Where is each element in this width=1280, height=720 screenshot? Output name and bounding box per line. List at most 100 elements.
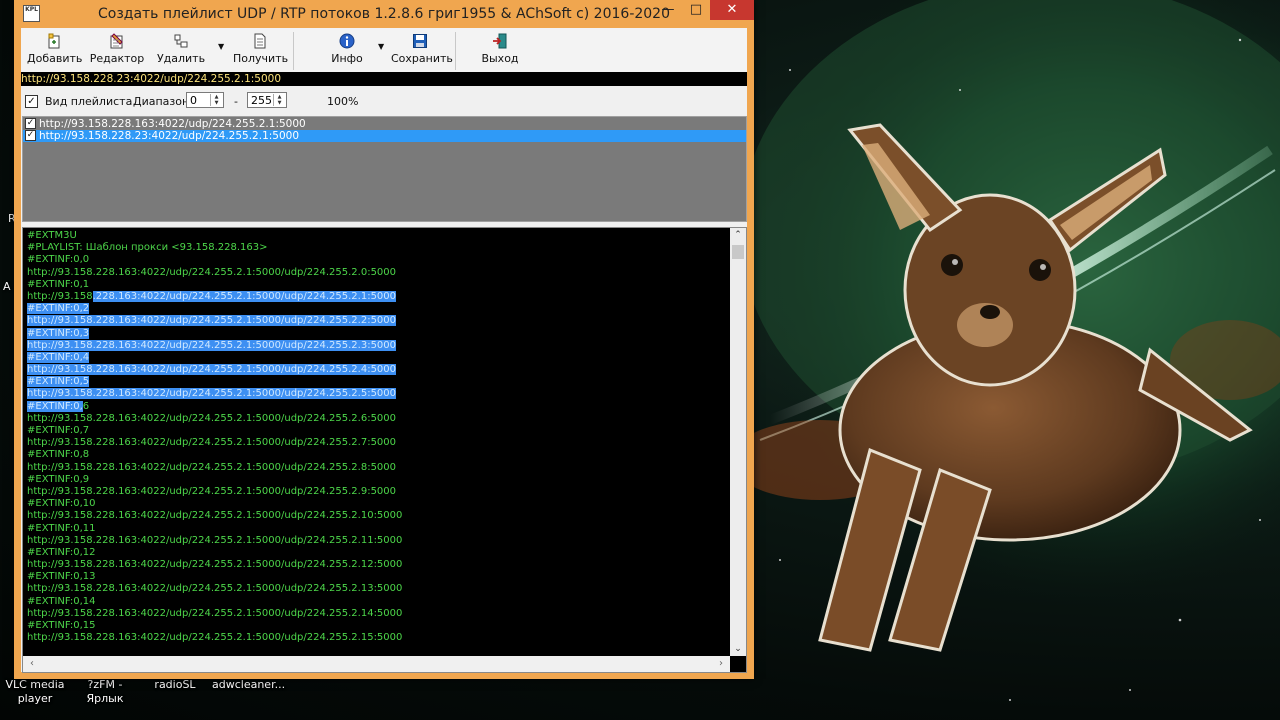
exit-button-label: Выход — [481, 52, 519, 65]
scroll-up-icon[interactable]: ⌃ — [730, 228, 746, 242]
editor-line: #EXTINF:0,2 — [27, 303, 90, 315]
editor-line: #EXTINF:0,13 — [27, 571, 96, 583]
editor-line: #EXTM3U — [27, 230, 77, 241]
editor-button[interactable]: Редактор — [89, 33, 145, 69]
playlist-item[interactable]: ✓ http://93.158.228.163:4022/udp/224.255… — [23, 118, 746, 130]
playlist-item-url: http://93.158.228.23:4022/udp/224.255.2.… — [39, 130, 300, 142]
editor-line: http://93.158.228.163:4022/udp/224.255.2… — [27, 290, 397, 302]
info-button[interactable]: Инфо — [327, 33, 367, 69]
toolbar-separator — [293, 32, 294, 70]
toolbar: Добавить Редактор Удалить ▼ Получить Инф… — [21, 28, 747, 73]
save-button[interactable]: Сохранить — [391, 33, 453, 69]
view-playlist-label: Вид плейлиста. — [45, 95, 136, 108]
editor-line: #EXTINF:0,12 — [27, 546, 96, 558]
editor-line: #EXTINF:0,8 — [27, 449, 90, 461]
editor-line: http://93.158.228.163:4022/udp/224.255.2… — [27, 583, 403, 595]
editor-line: http://93.158.228.163:4022/udp/224.255.2… — [27, 632, 403, 644]
document-icon — [254, 33, 266, 49]
spinner-arrows-icon[interactable]: ▲ ▼ — [273, 94, 285, 106]
editor-line: http://93.158.228.163:4022/udp/224.255.2… — [27, 485, 397, 497]
save-button-label: Сохранить — [391, 52, 453, 65]
current-url-display: http://93.158.228.23:4022/udp/224.255.2.… — [21, 72, 747, 86]
scroll-left-icon[interactable]: ‹ — [25, 656, 39, 672]
editor-line: http://93.158.228.163:4022/udp/224.255.2… — [27, 559, 403, 571]
playlist-item[interactable]: ✓ http://93.158.228.23:4022/udp/224.255.… — [23, 130, 746, 142]
editor-line: http://93.158.228.163:4022/udp/224.255.2… — [27, 315, 397, 327]
add-button-label: Добавить — [27, 52, 83, 65]
editor-line: #EXTINF:0,7 — [27, 425, 90, 436]
playlist-editor[interactable]: #EXTM3U #PLAYLIST: Шаблон прокси <93.158.… — [22, 227, 747, 673]
range-dash: - — [234, 95, 238, 108]
editor-line: http://93.158.228.163:4022/udp/224.255.2… — [27, 461, 397, 473]
maximize-button[interactable]: □ — [683, 0, 709, 20]
editor-line: http://93.158.228.163:4022/udp/224.255.2… — [27, 388, 397, 400]
editor-line: #EXTINF:0,1 — [27, 278, 90, 290]
desktop-icon-stub-a[interactable]: A — [3, 280, 11, 293]
editor-line: http://93.158.228.163:4022/udp/224.255.2… — [27, 412, 397, 424]
editor-line: #EXTINF:0,3 — [27, 327, 90, 339]
spinner-arrows-icon[interactable]: ▲ ▼ — [210, 94, 222, 106]
editor-line: #EXTINF:0,14 — [27, 595, 96, 607]
horizontal-scrollbar[interactable]: ‹ › — [23, 656, 730, 672]
app-window: KPL Создать плейлист UDP / RTP потоков 1… — [14, 0, 754, 679]
range-from-value: 0 — [190, 94, 197, 107]
range-label: Диапазон: — [133, 95, 193, 108]
editor-line: #EXTINF:0,9 — [27, 473, 90, 485]
editor-line: #EXTINF:0,6 — [27, 400, 90, 412]
editor-text-area[interactable]: #EXTM3U #PLAYLIST: Шаблон прокси <93.158.… — [27, 230, 402, 644]
scroll-down-icon[interactable]: ⌄ — [730, 642, 746, 656]
info-icon — [339, 33, 355, 49]
playlist-item-checkbox[interactable]: ✓ — [25, 130, 36, 141]
floppy-disk-icon — [413, 34, 427, 48]
editor-line: http://93.158.228.163:4022/udp/224.255.2… — [27, 534, 403, 546]
editor-line: #EXTINF:0,15 — [27, 620, 96, 631]
range-to-spinner[interactable]: 255 ▲ ▼ — [247, 92, 287, 108]
editor-line: #EXTINF:0,4 — [27, 351, 90, 363]
view-playlist-checkbox[interactable]: ✓ — [25, 95, 38, 108]
desktop-icon-radiosl[interactable]: radioSL — [140, 678, 210, 692]
desktop-icon-vlc[interactable]: VLC media player — [0, 678, 70, 706]
window-title: Создать плейлист UDP / RTP потоков 1.2.8… — [97, 6, 670, 22]
close-button[interactable]: ✕ — [710, 0, 754, 20]
scrollbar-thumb[interactable] — [732, 245, 744, 259]
title-bar[interactable]: KPL Создать плейлист UDP / RTP потоков 1… — [14, 0, 754, 28]
zoom-percent: 100% — [327, 95, 359, 108]
editor-icon — [110, 33, 123, 49]
scroll-right-icon[interactable]: › — [714, 656, 728, 672]
range-to-value: 255 — [251, 94, 272, 107]
delete-button-label: Удалить — [156, 52, 206, 65]
editor-line: http://93.158.228.163:4022/udp/224.255.2… — [27, 607, 403, 619]
desktop-icon-adwcleaner[interactable]: adwcleaner... — [212, 678, 285, 692]
playlist-item-checkbox[interactable]: ✓ — [25, 118, 36, 129]
delete-dropdown-arrow-icon[interactable]: ▼ — [218, 42, 224, 51]
add-button[interactable]: Добавить — [27, 33, 83, 69]
editor-line: #EXTINF:0,5 — [27, 376, 90, 388]
editor-line: #PLAYLIST: Шаблон прокси <93.158.228.163… — [27, 242, 268, 254]
editor-line: http://93.158.228.163:4022/udp/224.255.2… — [27, 364, 397, 376]
editor-line: http://93.158.228.163:4022/udp/224.255.2… — [27, 510, 403, 522]
editor-line: http://93.158.228.163:4022/udp/224.255.2… — [27, 437, 397, 449]
info-dropdown-arrow-icon[interactable]: ▼ — [378, 42, 384, 51]
editor-line: #EXTINF:0,10 — [27, 498, 96, 510]
delete-button[interactable]: Удалить — [155, 33, 207, 69]
get-button[interactable]: Получить — [233, 33, 289, 69]
info-button-label: Инфо — [331, 52, 363, 65]
toolbar-separator — [455, 32, 456, 70]
app-icon[interactable]: KPL — [23, 5, 40, 22]
playlist-list[interactable]: ✓ http://93.158.228.163:4022/udp/224.255… — [22, 116, 747, 222]
options-row: ✓ Вид плейлиста. Диапазон: 0 ▲ ▼ - 255 ▲ ▼… — [21, 88, 747, 114]
minimize-button[interactable]: — — [655, 0, 681, 20]
editor-button-label: Редактор — [89, 52, 145, 65]
delete-list-icon — [174, 34, 188, 48]
exit-door-icon — [493, 33, 507, 49]
add-file-icon — [48, 33, 60, 49]
editor-line: #EXTINF:0,11 — [27, 522, 96, 534]
exit-button[interactable]: Выход — [479, 33, 521, 69]
range-from-spinner[interactable]: 0 ▲ ▼ — [186, 92, 224, 108]
get-button-label: Получить — [233, 52, 289, 65]
editor-line: http://93.158.228.163:4022/udp/224.255.2… — [27, 339, 397, 351]
playlist-item-url: http://93.158.228.163:4022/udp/224.255.2… — [39, 118, 306, 130]
vertical-scrollbar[interactable]: ⌃ ⌄ — [730, 228, 746, 656]
editor-line: http://93.158.228.163:4022/udp/224.255.2… — [27, 266, 397, 278]
desktop-icon-zfm[interactable]: ?zFM - Ярлык — [70, 678, 140, 706]
